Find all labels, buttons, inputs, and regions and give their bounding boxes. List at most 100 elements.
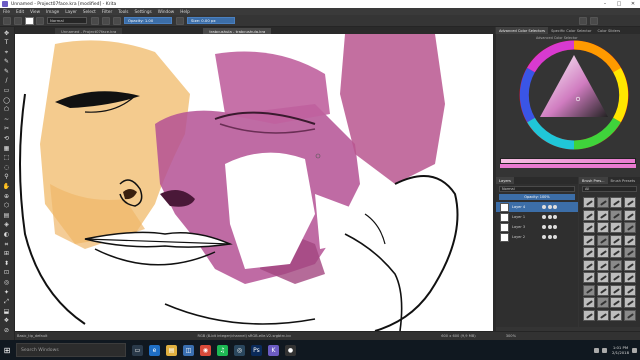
smart-patch-tool-icon[interactable]: ◐ [3, 231, 10, 238]
lock-icon[interactable] [547, 205, 552, 209]
menu-file[interactable]: File [3, 9, 10, 14]
alpha-lock-icon[interactable] [553, 215, 557, 219]
brush-preset[interactable] [623, 247, 636, 258]
visibility-eye-icon[interactable] [542, 205, 546, 209]
tab-layers[interactable]: Layers [496, 177, 514, 184]
crop-tool-icon[interactable]: ✂ [3, 126, 10, 133]
brush-preset[interactable] [610, 297, 622, 308]
lock-opacity-icon[interactable] [176, 16, 184, 25]
brush-preset[interactable] [583, 247, 595, 258]
layer-row[interactable]: Layer 1 [496, 212, 578, 222]
layer-row[interactable]: Layer 4 [496, 202, 578, 212]
pan-tool-icon[interactable]: ✋ [3, 184, 10, 191]
blend-mode-dropdown[interactable]: Normal [47, 17, 87, 24]
brush-preset[interactable] [596, 309, 609, 321]
color-wheel[interactable] [518, 39, 630, 151]
line-tool-icon[interactable]: / [3, 78, 10, 85]
measure-tool-icon[interactable]: ⬍ [3, 260, 10, 267]
gradient-tool-icon[interactable]: ▦ [3, 145, 10, 152]
menu-settings[interactable]: Settings [135, 9, 152, 14]
close-button[interactable]: ✕ [626, 0, 640, 8]
brush-preset[interactable] [596, 247, 609, 258]
foreground-color-swatch[interactable] [25, 16, 34, 25]
brush-preset[interactable] [596, 209, 609, 221]
assistant-tool-icon[interactable]: ⊕ [3, 193, 10, 200]
ellipse-select-tool-icon[interactable]: ◌ [3, 164, 10, 171]
taskbar-clock[interactable]: 1:01 PM 2/1/2018 [612, 345, 629, 355]
transform-tool-icon[interactable]: ✥ [3, 30, 10, 37]
taskbar-search-box[interactable]: Search Windows [16, 343, 126, 357]
opacity-slider[interactable]: Opacity: 1.00 [124, 17, 172, 24]
brush-preset[interactable] [623, 197, 636, 208]
menu-help[interactable]: Help [180, 9, 190, 14]
rect-select-tool-icon[interactable]: ⬚ [3, 155, 10, 162]
brush-preset[interactable] [583, 234, 595, 246]
tab-brush-presets-short[interactable]: Brush Pres... [579, 177, 608, 184]
status-zoom[interactable]: 300% [506, 334, 516, 338]
brush-preset[interactable] [623, 309, 636, 321]
reload-preset-icon[interactable] [113, 16, 121, 25]
menu-view[interactable]: View [30, 9, 40, 14]
brush-tag-dropdown[interactable]: All [582, 186, 637, 192]
brush-preset[interactable] [583, 209, 595, 221]
brush-preset[interactable] [596, 272, 609, 283]
krita-taskbar-icon[interactable]: K [268, 344, 279, 356]
brush-preset[interactable] [596, 222, 609, 233]
layer-row[interactable]: Layer 2 [496, 232, 578, 242]
ellipse-tool-icon[interactable]: ◯ [3, 97, 10, 104]
visibility-eye-icon[interactable] [542, 235, 546, 239]
brush-preset[interactable] [623, 234, 636, 246]
photoshop-icon[interactable]: Ps [251, 344, 262, 356]
rectangle-tool-icon[interactable]: ▭ [3, 88, 10, 95]
brush-preset[interactable] [583, 272, 595, 283]
brush-preset[interactable] [596, 197, 609, 208]
steam-icon[interactable]: ◎ [234, 344, 245, 356]
magnetic-select-tool-icon[interactable]: ⬓ [3, 308, 10, 315]
minimize-button[interactable]: – [598, 0, 612, 8]
visibility-eye-icon[interactable] [542, 225, 546, 229]
menu-edit[interactable]: Edit [16, 9, 24, 14]
menu-select[interactable]: Select [83, 9, 96, 14]
brush-preset[interactable] [610, 272, 622, 283]
brush-preset[interactable] [610, 259, 622, 271]
brush-preset[interactable] [583, 222, 595, 233]
brush-preset[interactable] [623, 272, 636, 283]
brush-preset[interactable] [623, 209, 636, 221]
brush-preset[interactable] [596, 284, 609, 296]
tab-color-sliders[interactable]: Color Sliders [594, 27, 623, 34]
visibility-eye-icon[interactable] [542, 215, 546, 219]
file-explorer-icon[interactable]: ▤ [166, 344, 177, 356]
brush-preset[interactable] [623, 222, 636, 233]
notifications-icon[interactable] [632, 347, 637, 353]
brush-preset[interactable] [610, 197, 622, 208]
new-document-button[interactable] [3, 16, 11, 25]
brush-preset[interactable] [583, 197, 595, 208]
menu-filter[interactable]: Filter [102, 9, 112, 14]
brush-preset[interactable] [610, 309, 622, 321]
brush-preset[interactable] [623, 284, 636, 296]
painting-canvas[interactable] [15, 34, 493, 331]
brush-preset[interactable] [583, 309, 595, 321]
chrome-icon[interactable]: ◉ [200, 344, 211, 356]
brush-preset[interactable] [610, 234, 622, 246]
fill-tool-icon[interactable]: ▤ [3, 212, 10, 219]
lock-icon[interactable] [547, 215, 552, 219]
brush-preset[interactable] [623, 259, 636, 271]
rotate-tool-icon[interactable]: ⟲ [3, 136, 10, 143]
similar-select-tool-icon[interactable]: ◎ [3, 279, 10, 286]
multibrush-tool-icon[interactable]: ✦ [3, 289, 10, 296]
alpha-lock-icon[interactable] [553, 235, 557, 239]
store-icon[interactable]: ◫ [183, 344, 194, 356]
maximize-button[interactable]: □ [612, 0, 626, 8]
contiguous-select-tool-icon[interactable]: ⊡ [3, 270, 10, 277]
lock-icon[interactable] [547, 225, 552, 229]
grid-tool-icon[interactable]: ⌗ [3, 241, 10, 248]
move-tool-icon[interactable]: ⤢ [3, 299, 10, 306]
select-shape-tool-icon[interactable]: ⌖ [3, 49, 10, 56]
brush-preset[interactable] [583, 259, 595, 271]
menu-layer[interactable]: Layer [65, 9, 77, 14]
brush-preset[interactable] [610, 284, 622, 296]
lock-icon[interactable] [547, 235, 552, 239]
brush-preset[interactable] [583, 284, 595, 296]
mirror-horizontal-icon[interactable] [579, 16, 587, 25]
